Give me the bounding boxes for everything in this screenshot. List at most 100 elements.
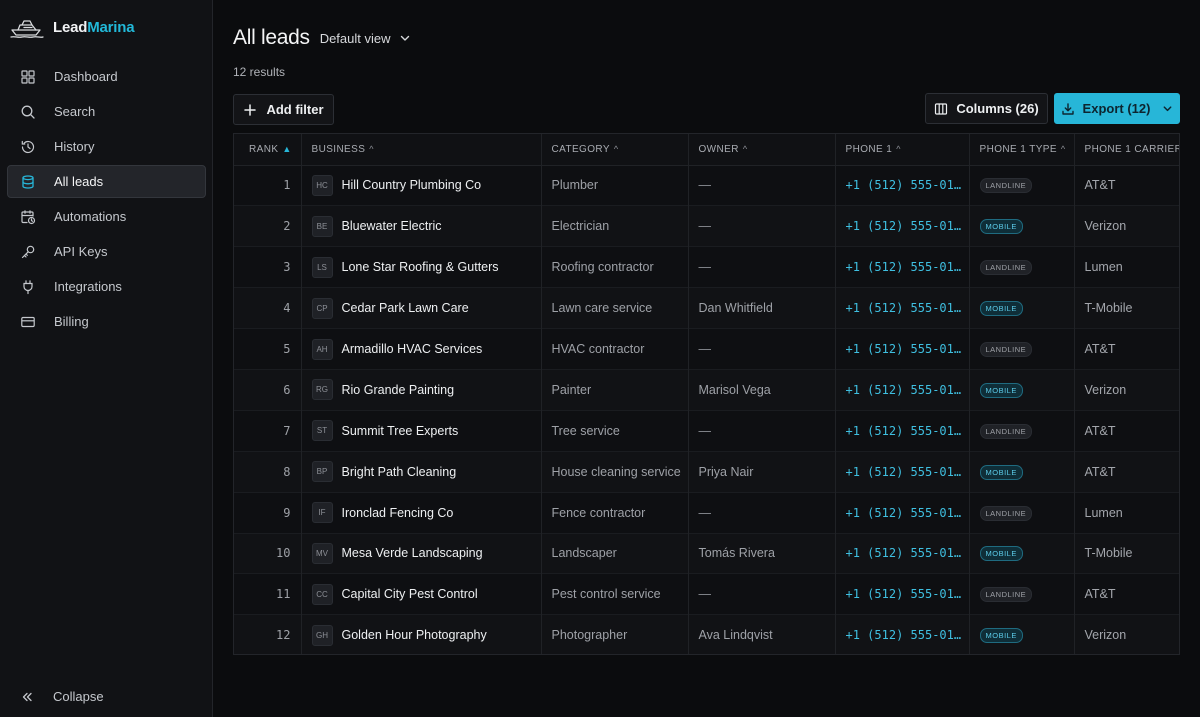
- carrier-cell: AT&T: [1084, 342, 1116, 356]
- sidebar-item-integrations[interactable]: Integrations: [7, 270, 206, 303]
- category-cell: Lawn care service: [541, 287, 689, 329]
- business-avatar: BP: [311, 461, 333, 483]
- phone-link[interactable]: +1 (512) 555-01…: [835, 533, 970, 574]
- sidebar-item-automations[interactable]: Automations: [7, 200, 206, 233]
- phone-type-cell: LANDLINE: [969, 328, 1075, 370]
- table-row[interactable]: 7 ST Summit Tree Experts Tree service — +1 (5…: [234, 410, 1179, 452]
- business-name: Armadillo HVAC Services: [341, 342, 483, 356]
- business-avatar: GH: [311, 624, 333, 646]
- carrier-cell: AT&T: [1084, 178, 1116, 193]
- rank-cell: 12: [234, 614, 302, 654]
- table-row[interactable]: 6 RG Rio Grande Painting Painter Marisol Veg…: [234, 369, 1179, 411]
- business-cell[interactable]: GH Golden Hour Photography: [301, 614, 542, 654]
- brand-logo[interactable]: LeadMarina: [10, 14, 135, 40]
- rank-cell: 11: [234, 573, 302, 615]
- carrier-cell: Verizon: [1084, 219, 1127, 234]
- sort-asc-icon: ▲: [282, 143, 292, 154]
- phone-link[interactable]: +1 (512) 555-01…: [835, 410, 970, 452]
- sort-icon: ^: [613, 143, 619, 154]
- table-row[interactable]: 2 BE Bluewater Electric Electrician — +1 (512…: [234, 205, 1179, 247]
- collapse-sidebar-button[interactable]: Collapse: [7, 680, 206, 713]
- phone-link[interactable]: +1 (512) 555-01…: [835, 328, 970, 370]
- carrier-cell: AT&T: [1084, 587, 1116, 602]
- rank-cell: 10: [234, 533, 302, 574]
- chevrons-left-icon: [19, 689, 35, 705]
- business-name: Bluewater Electric: [341, 219, 442, 234]
- main-content: All leads Default view 12 results Add fi…: [213, 0, 1200, 717]
- owner-cell: Tomás Rivera: [688, 533, 836, 574]
- category-cell: Pest control service: [541, 573, 689, 615]
- columns-button[interactable]: Columns (26): [925, 93, 1048, 124]
- business-cell[interactable]: AH Armadillo HVAC Services: [301, 328, 542, 370]
- phone-type-badge: MOBILE: [979, 464, 1023, 480]
- columns-label: Columns (26): [956, 101, 1039, 116]
- plug-icon: [20, 279, 36, 295]
- phone-link[interactable]: +1 (512) 555-01…: [835, 246, 970, 288]
- column-header-business[interactable]: BUSINESS ^: [301, 134, 542, 166]
- business-avatar: MV: [311, 542, 333, 564]
- sidebar-item-dashboard[interactable]: Dashboard: [7, 60, 206, 93]
- calendar-clock-icon: [20, 209, 36, 225]
- table-row[interactable]: 5 AH Armadillo HVAC Services HVAC contracto…: [234, 328, 1179, 370]
- business-avatar: ST: [311, 420, 333, 442]
- leads-table: RANK ▲ BUSINESS ^ CATEGORY ^ OWNER ^ PHONE 1…: [234, 134, 1179, 654]
- credit-card-icon: [20, 314, 36, 330]
- phone-link[interactable]: +1 (512) 555-01…: [835, 287, 970, 329]
- history-icon: [20, 139, 36, 155]
- business-cell[interactable]: HC Hill Country Plumbing Co: [301, 165, 542, 206]
- carrier-cell: Lumen: [1084, 505, 1123, 520]
- rank-cell: 7: [234, 410, 302, 452]
- title-row: All leads Default view: [233, 26, 411, 50]
- table-row[interactable]: 1 HC Hill Country Plumbing Co Plumber — +1 (5…: [234, 165, 1179, 206]
- download-icon: [1061, 102, 1074, 115]
- table-row[interactable]: 9 IF Ironclad Fencing Co Fence contractor — +…: [234, 492, 1179, 534]
- business-cell[interactable]: BP Bright Path Cleaning: [301, 451, 542, 493]
- business-cell[interactable]: ST Summit Tree Experts: [301, 410, 542, 452]
- phone-link[interactable]: +1 (512) 555-01…: [835, 205, 970, 247]
- phone-type-cell: LANDLINE: [969, 573, 1075, 615]
- rank-cell: 1: [234, 165, 302, 206]
- phone-link[interactable]: +1 (512) 555-01…: [835, 369, 970, 411]
- table-row[interactable]: 12 GH Golden Hour Photography Photographer A…: [234, 614, 1179, 654]
- column-header-phone-1-type[interactable]: PHONE 1 TYPE ^: [969, 134, 1075, 166]
- category-cell: Fence contractor: [541, 492, 689, 534]
- sidebar-item-billing[interactable]: Billing: [7, 305, 206, 338]
- column-header-owner[interactable]: OWNER ^: [688, 134, 836, 166]
- column-header-category[interactable]: CATEGORY ^: [541, 134, 689, 166]
- phone-link[interactable]: +1 (512) 555-01…: [835, 614, 970, 654]
- business-cell[interactable]: BE Bluewater Electric: [301, 205, 542, 247]
- view-selector-label: Default view: [319, 30, 391, 46]
- sidebar-item-search[interactable]: Search: [7, 95, 206, 128]
- table-row[interactable]: 3 LS Lone Star Roofing & Gutters Roofing co…: [234, 246, 1179, 288]
- category-cell: HVAC contractor: [541, 328, 689, 370]
- table-row[interactable]: 10 MV Mesa Verde Landscaping Landscaper Tomá…: [234, 533, 1179, 574]
- category-cell: House cleaning service: [541, 451, 689, 493]
- table-row[interactable]: 8 BP Bright Path Cleaning House cleaning se…: [234, 451, 1179, 493]
- business-cell[interactable]: CC Capital City Pest Control: [301, 573, 542, 615]
- sidebar-item-history[interactable]: History: [7, 130, 206, 163]
- table-row[interactable]: 11 CC Capital City Pest Control Pest contro…: [234, 573, 1179, 615]
- yacht-logo-icon: [10, 20, 44, 38]
- business-name: Hill Country Plumbing Co: [341, 178, 482, 193]
- column-header-rank[interactable]: RANK ▲: [234, 134, 302, 166]
- sort-icon: ^: [742, 143, 748, 154]
- phone-link[interactable]: +1 (512) 555-01…: [835, 165, 970, 206]
- phone-link[interactable]: +1 (512) 555-01…: [835, 451, 970, 493]
- sidebar-item-all-leads[interactable]: All leads: [7, 165, 206, 198]
- table-row[interactable]: 4 CP Cedar Park Lawn Care Lawn care service…: [234, 287, 1179, 329]
- sidebar-item-api-keys[interactable]: API Keys: [7, 235, 206, 268]
- rank-cell: 2: [234, 205, 302, 247]
- phone-link[interactable]: +1 (512) 555-01…: [835, 492, 970, 534]
- business-cell[interactable]: IF Ironclad Fencing Co: [301, 492, 542, 534]
- business-cell[interactable]: RG Rio Grande Painting: [301, 369, 542, 411]
- business-cell[interactable]: MV Mesa Verde Landscaping: [301, 533, 542, 574]
- add-filter-button[interactable]: Add filter: [233, 94, 334, 125]
- view-selector[interactable]: Default view: [320, 31, 411, 46]
- column-header-phone-1-carrier[interactable]: PHONE 1 CARRIER^: [1074, 134, 1179, 166]
- business-cell[interactable]: LS Lone Star Roofing & Gutters: [301, 246, 542, 288]
- export-button[interactable]: Export (12): [1054, 93, 1180, 124]
- phone-link[interactable]: +1 (512) 555-01…: [835, 573, 970, 615]
- leads-table-container: RANK ▲ BUSINESS ^ CATEGORY ^ OWNER ^ PHONE 1…: [233, 133, 1180, 655]
- business-cell[interactable]: CP Cedar Park Lawn Care: [301, 287, 542, 329]
- column-header-phone-1[interactable]: PHONE 1 ^: [835, 134, 970, 166]
